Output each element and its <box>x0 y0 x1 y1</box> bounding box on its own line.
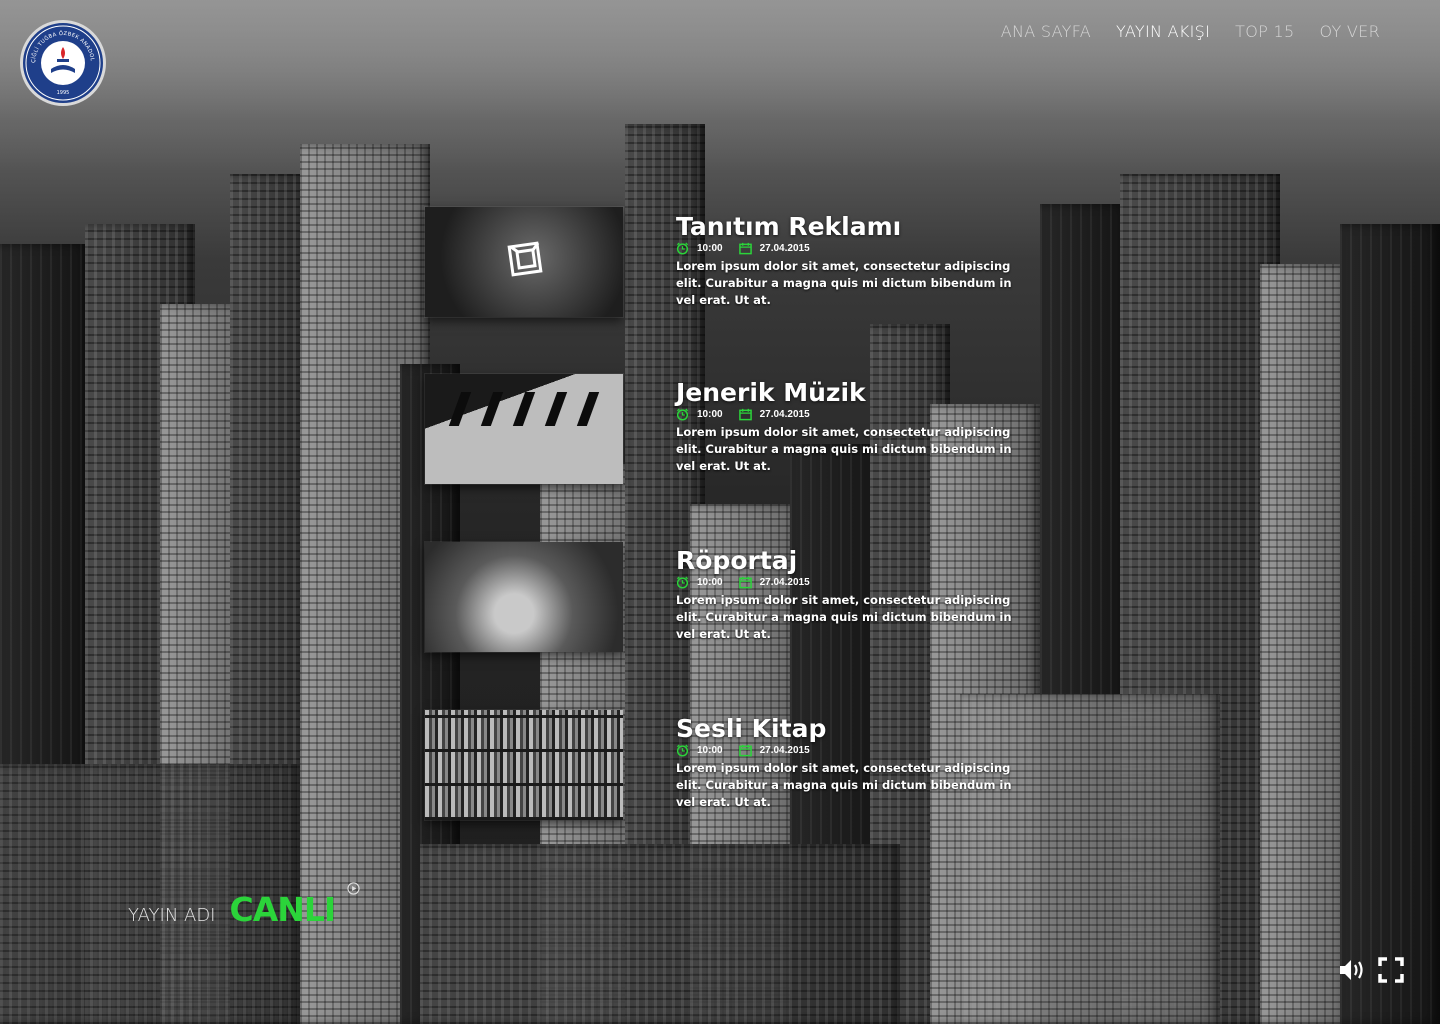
nav-item-oy-ver[interactable]: OY VER <box>1319 22 1380 41</box>
schedule-item[interactable]: Sesli Kitap 10:00 27.04.2015 Lorem ipsum… <box>676 714 1036 811</box>
program-meta: 10:00 27.04.2015 <box>676 241 1036 255</box>
program-thumbnail[interactable] <box>425 207 623 317</box>
clock-icon <box>676 743 689 757</box>
clock-icon <box>676 575 689 589</box>
program-time: 10:00 <box>697 744 723 756</box>
program-thumbnail[interactable] <box>425 542 623 652</box>
program-title[interactable]: Tanıtım Reklamı <box>676 212 1036 242</box>
nav-item-ana-sayfa[interactable]: ANA SAYFA <box>1001 22 1091 41</box>
clock-icon <box>676 241 689 255</box>
logo-year: 1995 <box>57 90 70 96</box>
city-background <box>0 0 1440 1024</box>
clock-icon <box>676 407 689 421</box>
schedule-item[interactable]: Röportaj 10:00 27.04.2015 Lorem ipsum do… <box>676 546 1036 643</box>
program-date: 27.04.2015 <box>759 408 810 420</box>
calendar-icon <box>738 408 752 420</box>
program-date: 27.04.2015 <box>759 744 810 756</box>
play-icon[interactable] <box>347 882 360 895</box>
program-title[interactable]: Jenerik Müzik <box>676 378 1036 408</box>
main-nav: ANA SAYFA YAYIN AKIŞI TOP 15 OY VER <box>1001 22 1380 41</box>
nav-item-yayin-akisi[interactable]: YAYIN AKIŞI <box>1116 22 1210 41</box>
program-title[interactable]: Sesli Kitap <box>676 714 1036 744</box>
program-date: 27.04.2015 <box>759 576 810 588</box>
program-title[interactable]: Röportaj <box>676 546 1036 576</box>
program-description: Lorem ipsum dolor sit amet, consectetur … <box>676 761 1012 809</box>
school-emblem-icon: ÇİĞLİ TUĞBA ÖZBEK ANADOLU LİSESİ 1995 <box>23 23 101 101</box>
program-time: 10:00 <box>697 242 723 254</box>
nav-item-top-15[interactable]: TOP 15 <box>1235 22 1294 41</box>
program-date: 27.04.2015 <box>759 242 810 254</box>
program-description: Lorem ipsum dolor sit amet, consectetur … <box>676 593 1012 641</box>
program-meta: 10:00 27.04.2015 <box>676 743 1036 757</box>
program-thumbnail[interactable] <box>425 710 623 820</box>
fullscreen-icon[interactable] <box>1378 957 1404 983</box>
school-logo[interactable]: ÇİĞLİ TUĞBA ÖZBEK ANADOLU LİSESİ 1995 <box>20 20 106 106</box>
program-time: 10:00 <box>697 408 723 420</box>
program-description: Lorem ipsum dolor sit amet, consectetur … <box>676 425 1012 473</box>
schedule-item[interactable]: Jenerik Müzik 10:00 27.04.2015 Lorem ips… <box>676 378 1036 475</box>
broadcast-name: YAYIN ADI <box>128 905 216 926</box>
program-meta: 10:00 27.04.2015 <box>676 575 1036 589</box>
schedule-item[interactable]: Tanıtım Reklamı 10:00 27.04.2015 Lorem i… <box>676 212 1036 309</box>
program-meta: 10:00 27.04.2015 <box>676 407 1036 421</box>
now-playing: YAYIN ADI CANLI <box>128 890 337 929</box>
calendar-icon <box>738 576 752 588</box>
program-time: 10:00 <box>697 576 723 588</box>
calendar-icon <box>738 242 752 254</box>
program-thumbnail[interactable] <box>425 374 623 484</box>
speaker-icon[interactable] <box>1338 957 1368 983</box>
live-status: CANLI <box>229 890 337 929</box>
cube-icon <box>507 241 543 277</box>
calendar-icon <box>738 744 752 756</box>
program-description: Lorem ipsum dolor sit amet, consectetur … <box>676 259 1012 307</box>
